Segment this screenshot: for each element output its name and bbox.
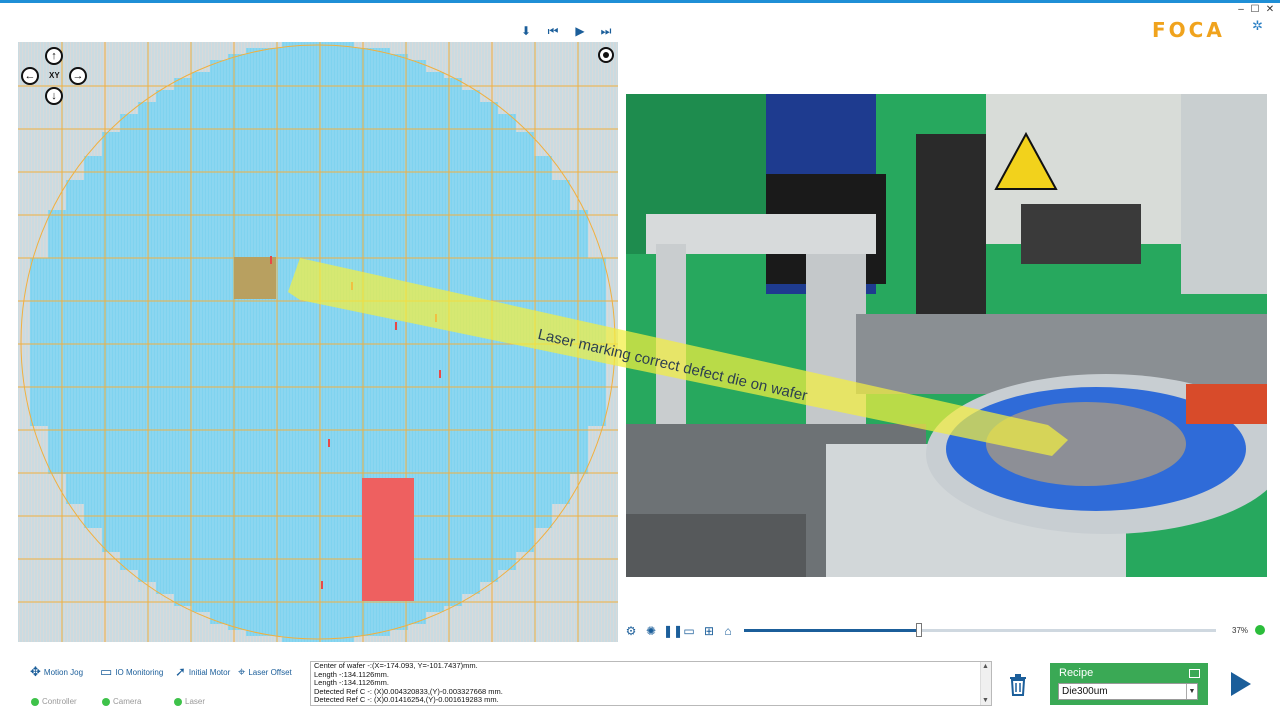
camera-status: Camera	[102, 697, 141, 706]
log-textbox[interactable]: Center of wafer -:(X=-174.093, Y=-101.74…	[310, 661, 992, 706]
initial-motor-button[interactable]: ➚ Initial Motor	[175, 664, 230, 680]
defect-die	[435, 314, 437, 322]
close-button[interactable]: ✕	[1264, 4, 1276, 15]
aperture-icon[interactable]: ✺	[644, 624, 658, 638]
gear-icon: ✲	[1252, 18, 1263, 33]
status-dot	[102, 697, 110, 706]
arrow-icon: ➚	[175, 664, 186, 679]
motion-jog-button[interactable]: ✥ Motion Jog	[30, 664, 83, 680]
maximize-button[interactable]: ☐	[1249, 4, 1261, 15]
recipe-value: Die300um	[1062, 686, 1108, 697]
log-line: Length -:134.1126mm.	[314, 669, 389, 679]
window-top-border	[0, 0, 1280, 3]
wafer-map-canvas[interactable]	[18, 42, 618, 642]
defect-die	[395, 322, 397, 330]
recipe-select[interactable]: Die300um ▼	[1058, 683, 1198, 700]
crosshair-icon: ⌖	[238, 664, 246, 679]
monitor-icon: ▭	[100, 664, 113, 679]
grid-icon[interactable]: ⊞	[702, 624, 716, 638]
settings-icon[interactable]: ⚙	[624, 624, 638, 638]
status-dot	[174, 697, 182, 706]
log-line: Detected Ref C -: (X)0.01416254,(Y)-0.00…	[314, 695, 499, 705]
initial-motor-label: Initial Motor	[188, 667, 231, 677]
laser-offset-button[interactable]: ⌖ Laser Offset	[238, 664, 292, 680]
recipe-label: Recipe	[1059, 667, 1094, 679]
play-icon[interactable]: ▶	[571, 22, 589, 40]
defect-region	[362, 478, 414, 601]
download-icon[interactable]: ⬇	[517, 22, 535, 40]
recipe-panel: Recipe Die300um ▼	[1050, 663, 1208, 705]
controller-status: Controller	[31, 697, 77, 706]
defect-die	[321, 581, 323, 589]
io-monitoring-label: IO Monitoring	[115, 667, 164, 677]
io-monitoring-button[interactable]: ▭ IO Monitoring	[100, 664, 163, 680]
target-icon[interactable]	[598, 47, 614, 63]
scroll-up-icon[interactable]: ▲	[982, 663, 989, 670]
foca-logo: FOCA	[1152, 18, 1225, 42]
monitor-icon[interactable]: ▭	[682, 624, 696, 638]
recipe-edit-icon[interactable]	[1189, 669, 1200, 678]
defect-die	[270, 256, 272, 264]
home-icon[interactable]: ⌂	[721, 624, 735, 638]
zoom-level: 37%	[1232, 626, 1249, 635]
xy-label: XY	[49, 71, 60, 80]
controller-status-label: Controller	[42, 697, 77, 706]
run-button[interactable]	[1231, 672, 1251, 696]
jog-right-button[interactable]: →	[69, 67, 87, 85]
camera-video	[626, 94, 1267, 577]
minimize-button[interactable]: –	[1235, 4, 1247, 15]
selected-die	[234, 257, 276, 299]
defect-die	[328, 439, 330, 447]
scroll-down-icon[interactable]: ▼	[982, 697, 989, 704]
jog-left-button[interactable]: ←	[21, 67, 39, 85]
jog-down-button[interactable]: ↓	[45, 87, 63, 105]
chevron-down-icon[interactable]: ▼	[1186, 684, 1197, 699]
progress-fill	[744, 629, 919, 632]
skip-forward-icon[interactable]: ⏭	[597, 22, 615, 40]
motion-jog-icon: ✥	[30, 664, 41, 679]
laser-status-label: Laser	[185, 697, 206, 706]
log-line: Center of wafer -:(X=-174.093, Y=-101.74…	[314, 661, 478, 670]
pause-icon[interactable]: ❚❚	[663, 624, 683, 638]
camera-scene	[626, 94, 1267, 577]
progress-thumb[interactable]	[915, 623, 922, 637]
log-scrollbar[interactable]: ▲ ▼	[980, 662, 991, 705]
trash-icon[interactable]	[1008, 674, 1028, 696]
status-indicator	[1255, 625, 1265, 635]
camera-status-label: Camera	[113, 697, 142, 706]
jog-up-button[interactable]: ↑	[45, 47, 63, 65]
laser-status: Laser	[174, 697, 205, 706]
motion-jog-label: Motion Jog	[43, 667, 84, 677]
skip-back-icon[interactable]: ⏮	[544, 22, 562, 40]
laser-offset-label: Laser Offset	[248, 667, 292, 677]
defect-die	[351, 282, 353, 290]
wafer-map[interactable]	[18, 42, 618, 642]
defect-die	[439, 370, 441, 378]
status-dot	[31, 697, 39, 706]
